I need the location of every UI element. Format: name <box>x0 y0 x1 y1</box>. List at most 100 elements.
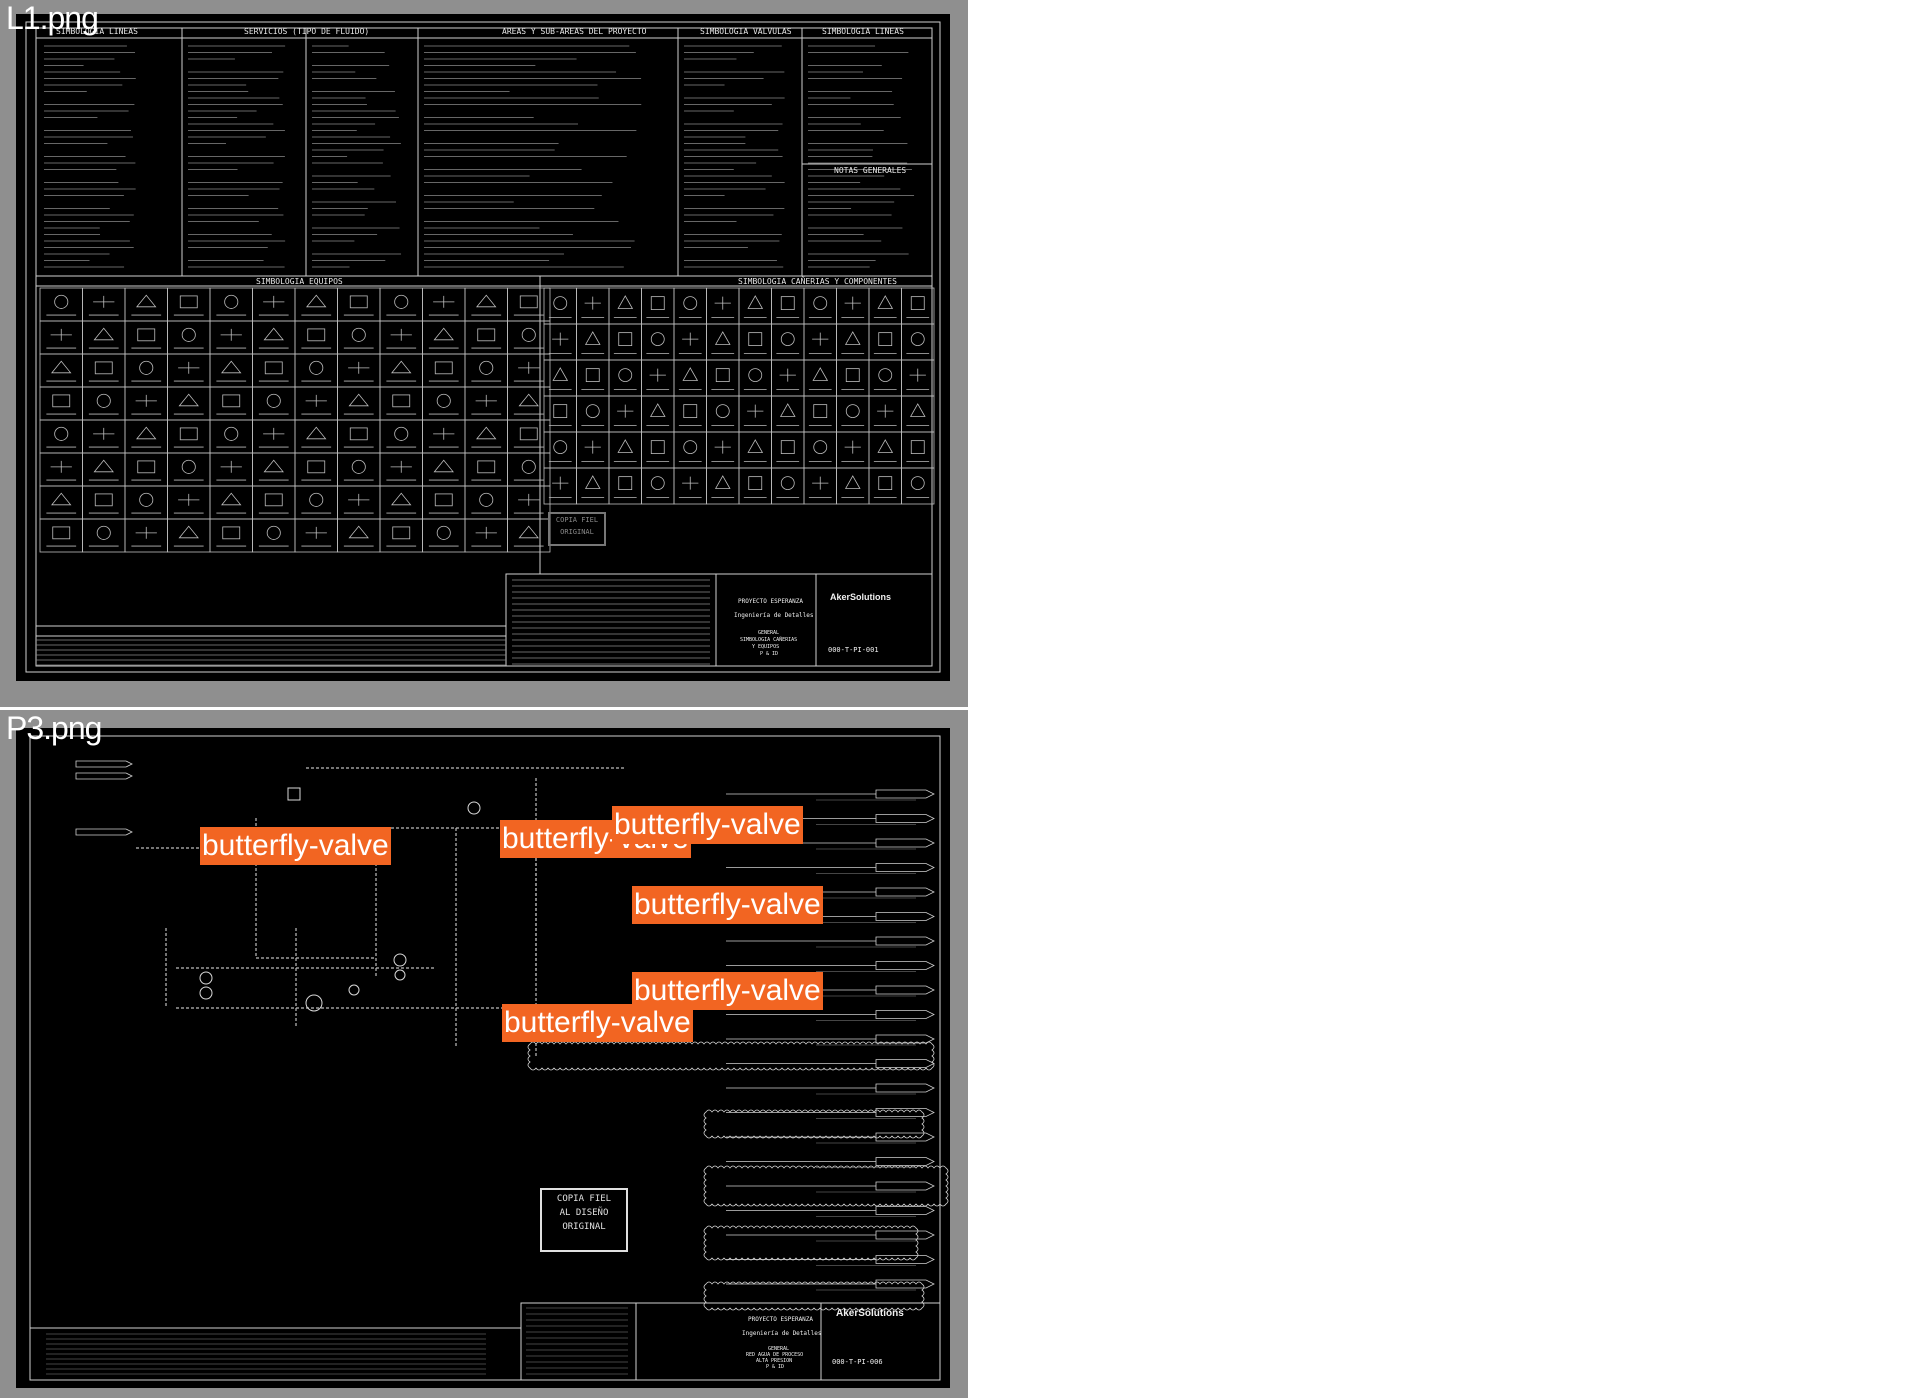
symbol-cell <box>422 353 466 388</box>
symbol-cell <box>901 467 935 505</box>
symbol-glyph <box>910 296 925 311</box>
tb-company-logo: AkerSolutions <box>836 1308 904 1319</box>
panel-l1: SIMBOLOGIA LINEAS SERVICIOS (TIPO DE FLU… <box>0 0 968 707</box>
symbol-cell <box>771 287 805 325</box>
symbol-glyph <box>780 332 795 347</box>
header-servicios: SERVICIOS (TIPO DE FLUIDO) <box>244 27 370 36</box>
symbol-glyph <box>349 427 368 441</box>
tb-doc-title-3: Y EQUIPOS <box>752 644 780 650</box>
symbol-cell <box>252 353 296 388</box>
symbol-cell <box>803 395 837 433</box>
symbol-glyph <box>552 476 569 490</box>
symbol-glyph <box>220 460 242 473</box>
symbol-glyph <box>910 332 925 347</box>
symbol-glyph <box>714 331 731 345</box>
symbol-glyph <box>518 393 539 407</box>
off-page-connector <box>875 1181 935 1191</box>
revision-cloud <box>703 1109 925 1139</box>
symbol-cell <box>836 359 870 397</box>
off-page-connector <box>875 1083 935 1093</box>
symbol-cell <box>124 485 168 520</box>
symbol-cell <box>422 386 466 421</box>
symbol-glyph <box>476 294 497 308</box>
symbol-cell <box>608 287 642 325</box>
off-page-connector <box>875 1059 935 1068</box>
symbol-glyph <box>584 331 601 345</box>
symbol-glyph <box>221 492 242 506</box>
symbol-cell <box>507 518 551 553</box>
tb-subtitle: Ingeniería de Detalles <box>742 1330 822 1337</box>
symbol-cell <box>836 323 870 361</box>
symbol-cell <box>464 320 508 355</box>
symbol-glyph <box>263 295 285 308</box>
symbol-glyph <box>391 360 412 374</box>
symbol-cell <box>379 419 423 454</box>
panel-title: P3.png <box>6 710 102 746</box>
symbol-glyph <box>222 526 241 540</box>
butterfly-valve-label[interactable]: butterfly-valve <box>200 827 391 865</box>
symbol-glyph <box>519 427 538 441</box>
symbol-glyph <box>475 394 497 407</box>
symbol-glyph <box>844 331 861 345</box>
butterfly-valve-label[interactable]: butterfly-valve <box>632 886 823 924</box>
symbol-glyph <box>221 360 242 374</box>
symbol-cell <box>124 353 168 388</box>
drawing-sheet-l1: SIMBOLOGIA LINEAS SERVICIOS (TIPO DE FLU… <box>16 14 950 681</box>
symbol-cell <box>901 431 935 469</box>
symbol-cell <box>124 419 168 454</box>
symbol-cell <box>868 359 902 397</box>
symbol-glyph <box>222 394 241 408</box>
symbol-glyph <box>519 295 538 309</box>
butterfly-valve-label[interactable]: butterfly-valve <box>612 806 803 844</box>
symbol-glyph <box>779 368 796 382</box>
symbol-cell <box>82 320 126 355</box>
off-page-connector <box>875 1206 935 1215</box>
symbol-glyph <box>618 368 633 383</box>
symbol-glyph <box>96 393 111 408</box>
off-page-connector <box>875 1157 935 1166</box>
butterfly-valve-label[interactable]: butterfly-valve <box>502 1004 693 1042</box>
symbol-cell <box>422 452 466 487</box>
header-simbologia-equipos: SIMBOLOGIA EQUIPOS <box>256 277 343 286</box>
symbol-cell <box>738 323 772 361</box>
symbol-glyph <box>585 404 600 419</box>
symbol-cell <box>167 287 211 322</box>
symbol-glyph <box>264 493 283 507</box>
tb-doc-title-2: SIMBOLOGIA CAÑERIAS <box>740 637 798 643</box>
symbol-cell <box>82 452 126 487</box>
symbol-glyph <box>349 295 368 309</box>
symbol-glyph <box>309 492 324 507</box>
symbol-glyph <box>93 327 114 341</box>
symbol-cell <box>543 359 577 397</box>
symbol-cell <box>209 485 253 520</box>
symbol-cell <box>706 467 740 505</box>
symbol-glyph <box>433 427 455 440</box>
symbol-glyph <box>309 360 324 375</box>
symbol-glyph <box>136 426 157 440</box>
symbol-glyph <box>178 493 200 506</box>
symbol-glyph <box>715 404 730 419</box>
symbol-glyph <box>263 427 285 440</box>
off-page-connector <box>75 760 133 768</box>
symbol-cell <box>464 419 508 454</box>
off-page-connector <box>875 1279 935 1289</box>
symbol-cell <box>901 323 935 361</box>
symbol-glyph <box>714 440 731 454</box>
symbol-cell <box>641 287 675 325</box>
symbol-glyph <box>714 475 731 489</box>
symbol-cell <box>124 452 168 487</box>
tb-drawing-number: 000-T-PI-001 <box>828 646 879 654</box>
panel-title: L1.png <box>6 0 99 36</box>
symbol-cell <box>868 431 902 469</box>
symbol-cell <box>673 431 707 469</box>
symbol-glyph <box>264 361 283 375</box>
symbol-glyph <box>181 459 196 474</box>
symbol-glyph <box>910 476 925 491</box>
symbol-cell <box>337 452 381 487</box>
symbol-cell <box>167 452 211 487</box>
symbol-cell <box>803 287 837 325</box>
symbol-cell <box>771 431 805 469</box>
symbol-glyph <box>50 460 72 473</box>
symbol-glyph <box>650 296 665 311</box>
symbol-glyph <box>136 294 157 308</box>
